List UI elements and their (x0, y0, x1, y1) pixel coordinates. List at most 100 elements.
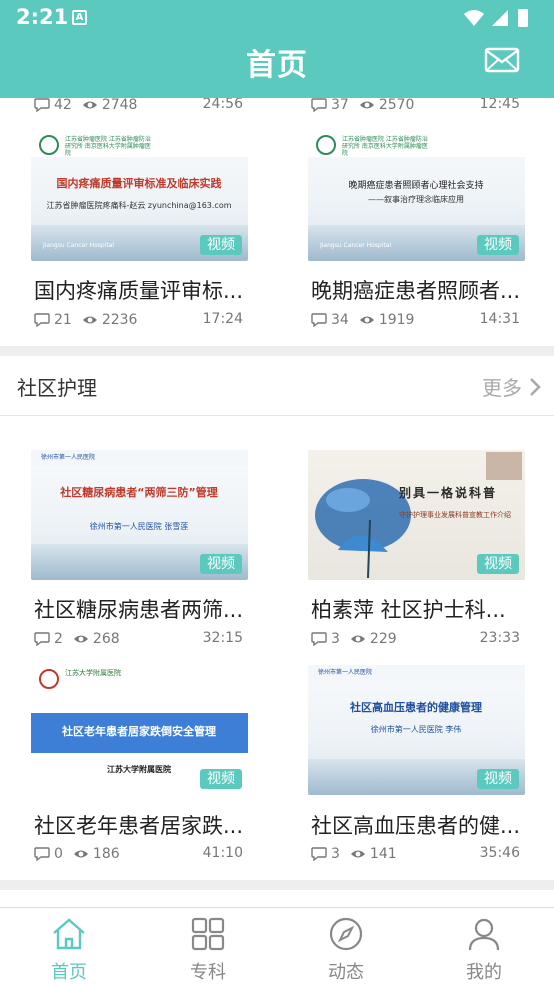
video-title[interactable]: 晚期癌症患者照顾者... (311, 275, 531, 305)
view-count: 2748 (101, 98, 138, 113)
section-divider (0, 346, 554, 356)
app-screen: 2:21 A 首页 42 2748 24:56 37 2570 12:45 江苏… (0, 0, 554, 985)
view-icon (73, 850, 88, 858)
video-thumbnail[interactable]: 江苏省肿瘤医院 江苏省肿瘤防治研究所 南京医科大学附属肿瘤医院 国内疼痛质量评审… (31, 131, 248, 261)
thumb-title: 社区糖尿病患者“两筛三防”管理 (60, 486, 218, 499)
view-icon (350, 850, 365, 858)
grid-icon (191, 917, 225, 951)
video-title[interactable]: 社区老年患者居家跌... (34, 810, 254, 840)
comment-count: 37 (331, 98, 349, 113)
status-time: 2:21 (16, 5, 69, 29)
more-link[interactable]: 更多 (482, 372, 522, 401)
video-thumbnail[interactable]: 别具一格说科普 守护护理事业发展科普宣教工作介绍 视频 (308, 450, 525, 580)
system-status-icons (464, 9, 528, 27)
comment-count: 0 (54, 846, 63, 862)
section-header: 社区护理 更多 (0, 356, 554, 416)
view-icon (350, 635, 365, 643)
comment-icon (34, 847, 50, 861)
comment-count: 34 (331, 312, 349, 328)
section-divider (0, 880, 554, 890)
video-stats: 21 2236 (34, 311, 147, 329)
video-thumbnail[interactable]: 江苏大学附属医院 社区老年患者居家跌倒安全管理 江苏大学附属医院 视频 (31, 665, 248, 795)
nav-label: 专科 (190, 962, 226, 983)
video-stats: 42 2748 (34, 98, 147, 114)
video-duration: 41:10 (202, 845, 243, 861)
video-badge: 视频 (477, 554, 519, 574)
video-badge: 视频 (477, 235, 519, 255)
comment-icon (311, 632, 327, 646)
comment-count: 3 (331, 631, 340, 647)
view-count: 1919 (378, 312, 415, 328)
hospital-logo (316, 135, 336, 155)
comment-count: 2 (54, 631, 63, 647)
view-icon (359, 316, 374, 324)
view-count: 2570 (378, 98, 415, 113)
video-title[interactable]: 社区高血压患者的健... (311, 810, 531, 840)
comment-icon (34, 313, 50, 327)
video-thumbnail[interactable]: 徐州市第一人民医院 社区高血压患者的健康管理 徐州市第一人民医院 李伟 视频 (308, 665, 525, 795)
comment-count: 3 (331, 846, 340, 862)
thumb-hospital-name: 江苏省肿瘤医院 江苏省肿瘤防治研究所 南京医科大学附属肿瘤医院 (342, 136, 428, 157)
view-count: 2236 (101, 312, 138, 328)
thumb-subtitle: 守护护理事业发展科普宣教工作介绍 (399, 511, 511, 519)
view-count: 141 (369, 846, 397, 862)
video-title[interactable]: 社区糖尿病患者两筛... (34, 594, 254, 624)
comment-count: 21 (54, 312, 72, 328)
compass-icon (329, 917, 363, 951)
thumb-hospital-name: 江苏省肿瘤医院 江苏省肿瘤防治研究所 南京医科大学附属肿瘤医院 (65, 136, 151, 157)
app-header: 2:21 A 首页 (0, 0, 554, 98)
view-icon (359, 101, 374, 109)
thumb-hospital-name: 徐州市第一人民医院 (318, 669, 373, 676)
view-icon (82, 101, 97, 109)
video-stats: 2 268 (34, 630, 130, 648)
video-stats: 3 229 (311, 630, 407, 648)
thumb-subtitle: 徐州市第一人民医院 李伟 (370, 725, 462, 734)
video-title[interactable]: 柏素萍 社区护士科... (311, 594, 531, 624)
person-icon (468, 918, 500, 951)
comment-icon (34, 98, 50, 112)
comment-icon (311, 847, 327, 861)
video-duration: 35:46 (479, 845, 520, 861)
view-count: 268 (92, 631, 120, 647)
video-stats: 0 186 (34, 845, 130, 863)
video-stats: 37 2570 (311, 98, 424, 114)
thumb-subtitle: 江苏省肿瘤医院疼痛科-赵云 zyunchina@163.com (46, 201, 232, 210)
video-duration: 17:24 (202, 311, 243, 327)
mail-icon[interactable] (484, 46, 520, 74)
thumb-hospital-name: 徐州市第一人民医院 (41, 454, 96, 461)
thumb-subtitle: ——叙事治疗理念临床应用 (368, 195, 464, 204)
thumb-title: 社区高血压患者的健康管理 (350, 701, 482, 714)
video-duration: 12:45 (479, 98, 520, 112)
nav-profile[interactable]: 我的 (439, 908, 529, 985)
thumb-subtitle: 徐州市第一人民医院 张雪莲 (89, 522, 189, 531)
nav-home[interactable]: 首页 (24, 908, 114, 985)
video-stats: 34 1919 (311, 311, 424, 329)
video-thumbnail[interactable]: 徐州市第一人民医院 社区糖尿病患者“两筛三防”管理 徐州市第一人民医院 张雪莲 … (31, 450, 248, 580)
thumb-title: 晚期癌症患者照顾者心理社会支持 (348, 181, 484, 191)
nav-label: 动态 (328, 962, 364, 983)
status-bar: 2:21 A (0, 0, 554, 36)
hospital-logo (39, 669, 59, 689)
speaker-avatar (486, 452, 522, 480)
thumb-title: 社区老年患者居家跌倒安全管理 (62, 725, 216, 738)
video-thumbnail[interactable]: 江苏省肿瘤医院 江苏省肿瘤防治研究所 南京医科大学附属肿瘤医院 晚期癌症患者照顾… (308, 131, 525, 261)
chevron-right-icon[interactable] (528, 377, 542, 397)
video-title[interactable]: 国内疼痛质量评审标... (34, 275, 254, 305)
nav-specialty[interactable]: 专科 (163, 908, 253, 985)
thumb-hospital-name: 江苏大学附属医院 (65, 669, 121, 677)
video-duration: 32:15 (202, 630, 243, 646)
bottom-nav: 首页 专科 动态 我的 (0, 907, 554, 985)
lotus-illustration (315, 479, 411, 579)
content-feed[interactable]: 42 2748 24:56 37 2570 12:45 江苏省肿瘤医院 江苏省肿… (0, 98, 554, 906)
nav-news[interactable]: 动态 (301, 908, 391, 985)
section-title: 社区护理 (17, 376, 97, 400)
thumb-title: 别具一格说科普 (398, 486, 497, 500)
nav-label: 我的 (466, 962, 502, 983)
view-icon (73, 635, 88, 643)
comment-icon (34, 632, 50, 646)
notification-icon: A (72, 10, 87, 25)
video-duration: 14:31 (479, 311, 520, 327)
video-duration: 23:33 (479, 630, 520, 646)
video-badge: 视频 (477, 769, 519, 789)
video-badge: 视频 (200, 554, 242, 574)
